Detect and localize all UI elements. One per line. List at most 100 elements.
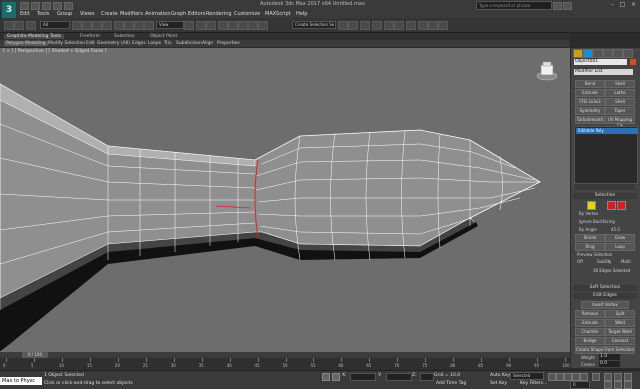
ignore-backfacing-checkbox[interactable]: Ignore Backfacing — [579, 219, 615, 224]
zoom-icon[interactable] — [604, 373, 612, 381]
edit-named-selection-icon[interactable] — [258, 21, 268, 30]
pivot-center-icon[interactable] — [184, 21, 194, 30]
modifier-taper-button[interactable]: Taper — [605, 107, 635, 115]
menu-animation[interactable]: Animation — [145, 11, 171, 17]
modifier-shell2-button[interactable]: Shell — [605, 98, 635, 106]
rotate-icon[interactable] — [124, 21, 134, 30]
lock-selection-icon[interactable] — [322, 373, 330, 381]
select-manipulate-icon[interactable] — [196, 21, 206, 30]
utilities-tab-icon[interactable] — [623, 49, 633, 58]
named-selection-dropdown[interactable]: Create Selection Se — [292, 21, 336, 29]
pan-icon[interactable] — [614, 373, 622, 381]
modifier-shell-button[interactable]: Shell — [605, 80, 635, 88]
insert-vertex-button[interactable]: Insert Vertex — [581, 301, 629, 309]
modifier-uv-mapping-button[interactable]: UV Mapping Cle — [605, 116, 635, 128]
tab-object-paint[interactable]: Object Paint — [150, 34, 177, 39]
track-bar[interactable]: 0 5 10 15 20 25 30 35 40 45 50 55 60 65 70 75 80 85 90 95 10… — [0, 358, 570, 370]
scale-icon[interactable] — [134, 21, 144, 30]
create-tab-icon[interactable] — [573, 49, 583, 58]
close-button[interactable]: × — [629, 1, 638, 8]
grow-button[interactable]: Grow — [605, 234, 635, 242]
by-angle-checkbox[interactable]: By Angle — [579, 227, 597, 232]
object-name-field[interactable]: Object001 — [574, 59, 627, 65]
previous-frame-icon[interactable] — [556, 373, 564, 381]
add-time-tag[interactable]: Add Time Tag — [436, 381, 466, 386]
material-editor-icon[interactable] — [406, 21, 416, 30]
bridge-button[interactable]: Bridge — [575, 337, 605, 345]
y-coord-field[interactable] — [386, 373, 412, 381]
placement-icon[interactable] — [144, 21, 154, 30]
ribbon-edit[interactable]: Edit — [86, 41, 95, 46]
go-to-end-icon[interactable] — [580, 373, 588, 381]
preview-multi-radio[interactable]: Multi — [621, 259, 631, 264]
ribbon-geometry-all[interactable]: Geometry (All) — [97, 41, 130, 46]
stack-item-editable-poly[interactable]: Editable Poly — [576, 128, 638, 134]
ribbon-edges[interactable]: Edges — [132, 41, 146, 46]
connect-button[interactable]: Connect — [605, 337, 635, 345]
link-icon[interactable] — [26, 21, 36, 30]
x-coord-field[interactable] — [350, 373, 376, 381]
tab-graphite-modeling-tools[interactable]: Graphite Modeling Tools — [4, 34, 65, 39]
rendered-frame-window-icon[interactable] — [428, 21, 438, 30]
polygon-level-icon[interactable] — [617, 201, 626, 210]
ribbon-tris[interactable]: Tris — [164, 41, 172, 46]
menu-modifiers[interactable]: Modifiers — [120, 11, 143, 17]
menu-rendering[interactable]: Rendering — [206, 11, 232, 17]
align-icon[interactable] — [348, 21, 358, 30]
vertex-level-icon[interactable] — [587, 201, 596, 210]
menu-tools[interactable]: Tools — [37, 11, 49, 17]
maximize-button[interactable]: □ — [618, 1, 627, 8]
edit-edges-rollout-header[interactable]: Edit Edges — [573, 293, 637, 299]
save-file-icon[interactable] — [42, 2, 51, 10]
object-color-swatch[interactable] — [630, 59, 636, 65]
modifier-extrude-button[interactable]: Extrude — [575, 89, 605, 97]
search-icon[interactable] — [553, 2, 562, 10]
key-filters-button[interactable]: Key Filters... — [520, 381, 547, 386]
menu-maxscript[interactable]: MAXScript — [265, 11, 291, 17]
by-angle-value[interactable]: 45.0 — [611, 227, 620, 232]
move-icon[interactable] — [114, 21, 124, 30]
menu-edit[interactable]: Edit — [20, 11, 30, 17]
modifier-turbosmooth-button[interactable]: TurboSmooth — [575, 116, 605, 124]
reference-coordinate-dropdown[interactable]: View — [156, 21, 184, 29]
viewcube-icon[interactable] — [536, 60, 558, 82]
select-by-name-icon[interactable] — [82, 21, 92, 30]
modifier-bend-button[interactable]: Bend — [575, 80, 605, 88]
keyboard-shortcut-icon[interactable] — [206, 21, 216, 30]
edge-level-icon[interactable] — [607, 201, 616, 210]
window-crossing-icon[interactable] — [102, 21, 112, 30]
perspective-viewport[interactable]: [ + ] [ Perspective ] [ Shaded + Edged F… — [0, 48, 570, 352]
undo-icon[interactable] — [4, 21, 14, 30]
modifier-list-dropdown[interactable]: Modifier List — [574, 69, 633, 75]
mesh-model[interactable] — [0, 48, 570, 352]
key-mode-dropdown[interactable]: Selected — [510, 372, 544, 380]
modifier-lathe-button[interactable]: Lathe — [605, 89, 635, 97]
target-weld-button[interactable]: Target Weld — [605, 328, 635, 336]
selection-filter-dropdown[interactable]: All — [40, 21, 70, 29]
undo-icon[interactable] — [53, 2, 62, 10]
redo-icon[interactable] — [14, 21, 24, 30]
menu-views[interactable]: Views — [80, 11, 94, 17]
minimize-button[interactable]: – — [608, 1, 617, 8]
time-config-icon[interactable] — [592, 373, 600, 381]
preview-off-radio[interactable]: Off — [577, 259, 583, 264]
maxscript-listener[interactable]: Max to Physc — [0, 377, 42, 385]
next-frame-icon[interactable] — [572, 373, 580, 381]
modify-tab-icon[interactable] — [583, 49, 593, 58]
select-object-icon[interactable] — [72, 21, 82, 30]
extrude-button[interactable]: Extrude — [575, 319, 605, 327]
menu-graph-editors[interactable]: Graph Editors — [171, 11, 205, 17]
auto-key-button[interactable]: Auto Key — [490, 373, 510, 378]
soft-selection-rollout-header[interactable]: Soft Selection — [573, 285, 637, 291]
display-tab-icon[interactable] — [613, 49, 623, 58]
orbit-icon[interactable] — [624, 373, 632, 381]
modifier-symmetry-button[interactable]: Symmetry — [575, 107, 605, 115]
selection-rollout-header[interactable]: Selection — [573, 193, 637, 199]
tab-selection[interactable]: Selection — [114, 34, 135, 39]
mirror-icon[interactable] — [338, 21, 348, 30]
play-icon[interactable] — [564, 373, 572, 381]
layer-manager-icon[interactable] — [360, 21, 370, 30]
weld-button[interactable]: Weld — [605, 319, 635, 327]
weight-spinner[interactable]: 1.0 — [599, 354, 620, 360]
hierarchy-tab-icon[interactable] — [593, 49, 603, 58]
